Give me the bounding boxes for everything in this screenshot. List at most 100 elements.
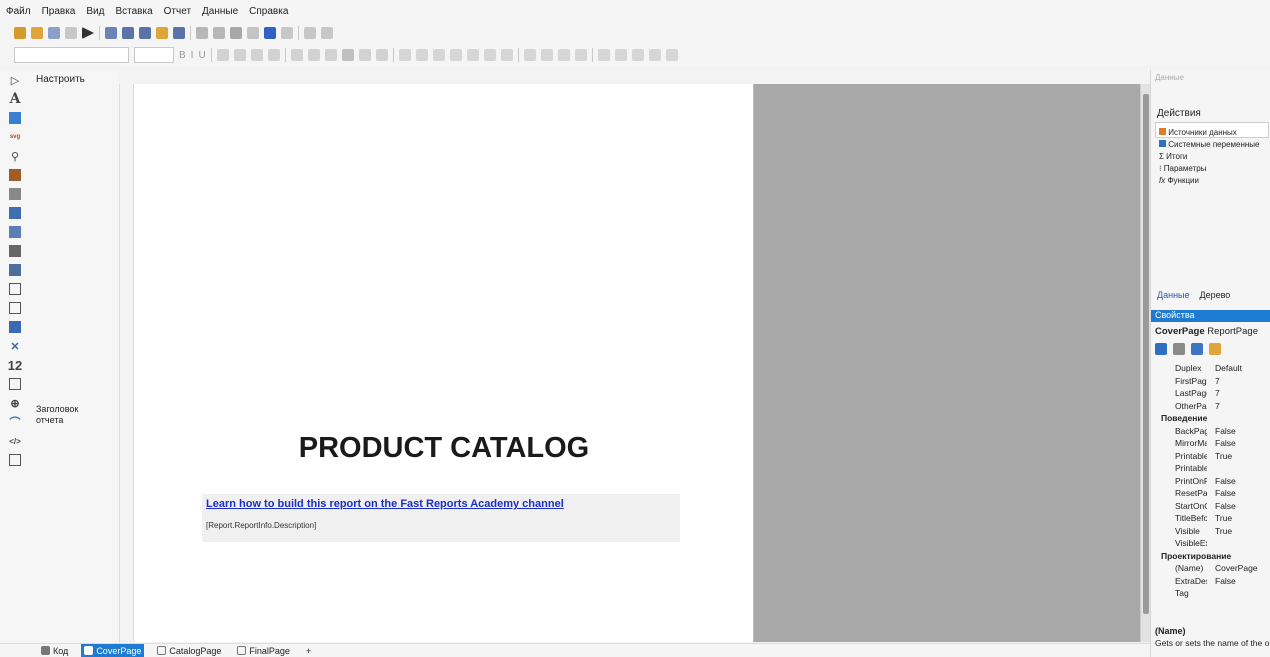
valign-top-icon[interactable]	[290, 49, 303, 61]
property-row[interactable]: PrintableExpression	[1151, 462, 1270, 475]
redo-icon[interactable]	[281, 27, 293, 39]
align-right-icon[interactable]	[250, 49, 263, 61]
paste-icon[interactable]	[230, 27, 242, 39]
underline-icon[interactable]: U	[198, 50, 205, 61]
border-all-icon[interactable]	[466, 49, 479, 61]
font-name-combo[interactable]	[14, 47, 129, 63]
format-painter-icon[interactable]	[247, 27, 259, 39]
configure-label[interactable]: Настроить	[36, 74, 85, 85]
code-tool-icon[interactable]: </>	[9, 435, 21, 447]
property-row[interactable]: LastPageSource7	[1151, 387, 1270, 400]
highlight-icon[interactable]	[358, 49, 371, 61]
property-value[interactable]: 7	[1207, 376, 1220, 386]
align-to-grid-icon[interactable]	[597, 49, 610, 61]
ungroup-icon[interactable]	[321, 27, 333, 39]
report-page-canvas[interactable]: PRODUCT CATALOG Learn how to build this …	[134, 84, 754, 642]
actions-menu[interactable]: Действия	[1157, 108, 1201, 119]
property-row[interactable]: (Name) CoverPage	[1151, 562, 1270, 575]
valign-bottom-icon[interactable]	[324, 49, 337, 61]
map-tool-icon[interactable]: ⊕	[9, 397, 21, 410]
align-left-icon[interactable]	[216, 49, 229, 61]
selected-object[interactable]: CoverPage ReportPage	[1155, 326, 1258, 337]
tab-catalogpage[interactable]: CatalogPage	[154, 644, 224, 657]
property-row[interactable]: ResetPageNumberFalse	[1151, 487, 1270, 500]
tab-coverpage[interactable]: CoverPage	[81, 644, 145, 657]
italic-icon[interactable]: I	[191, 50, 194, 61]
property-value[interactable]: False	[1207, 488, 1236, 498]
tab-code[interactable]: Код	[38, 644, 71, 657]
property-value[interactable]: 7	[1207, 388, 1220, 398]
open-icon[interactable]	[31, 27, 43, 39]
subreport-tool-icon[interactable]	[9, 169, 21, 181]
property-row[interactable]: FirstPageSource7	[1151, 375, 1270, 388]
add-page-icon[interactable]	[122, 27, 134, 39]
text-color-icon[interactable]	[341, 49, 354, 61]
menu-file[interactable]: Файл	[6, 6, 31, 17]
justify-icon[interactable]	[267, 49, 280, 61]
property-row[interactable]: MirrorMarginsFalse	[1151, 437, 1270, 450]
border-right-icon[interactable]	[449, 49, 462, 61]
checkbox-tool-icon[interactable]	[9, 283, 21, 295]
digital-signature-icon[interactable]	[9, 454, 21, 466]
property-value[interactable]: False	[1207, 438, 1236, 448]
property-row[interactable]: Visible True	[1151, 525, 1270, 538]
property-row[interactable]: OtherPagesSource7	[1151, 400, 1270, 413]
copy-page-icon[interactable]	[139, 27, 151, 39]
chart-tool-icon[interactable]	[9, 226, 21, 238]
property-value[interactable]: CoverPage	[1207, 563, 1258, 573]
property-row[interactable]: Duplex Default	[1151, 362, 1270, 375]
group-icon[interactable]	[304, 27, 316, 39]
fill-color-icon[interactable]	[500, 49, 513, 61]
property-value[interactable]: True	[1207, 526, 1232, 536]
delete-page-icon[interactable]	[173, 27, 185, 39]
picture-tool-icon[interactable]	[9, 112, 21, 124]
menu-insert[interactable]: Вставка	[115, 6, 152, 17]
categorized-icon[interactable]	[1155, 343, 1167, 355]
line-style-icon[interactable]	[557, 49, 570, 61]
same-width-icon[interactable]	[631, 49, 644, 61]
bold-icon[interactable]: B	[179, 50, 186, 61]
border-none-icon[interactable]	[483, 49, 496, 61]
tab-finalpage[interactable]: FinalPage	[234, 644, 293, 657]
gauge-tool-icon[interactable]: ⌒	[9, 416, 21, 429]
property-value[interactable]: False	[1207, 501, 1236, 511]
save-icon[interactable]	[48, 27, 60, 39]
preview-icon[interactable]	[82, 27, 94, 39]
barcode-tool-icon[interactable]	[9, 245, 21, 257]
page-icon[interactable]	[105, 27, 117, 39]
cross-band-icon[interactable]	[9, 264, 21, 276]
menu-edit[interactable]: Правка	[42, 6, 76, 17]
description-band[interactable]: Learn how to build this report on the Fa…	[202, 494, 680, 542]
border-bottom-icon[interactable]	[415, 49, 428, 61]
text-tool-icon[interactable]: A	[9, 91, 21, 107]
property-value[interactable]: Default	[1207, 363, 1242, 373]
tree-item-datasources[interactable]: Источники данных	[1159, 127, 1260, 139]
tree-item-totals[interactable]: Σ Итоги	[1159, 151, 1260, 163]
cut-icon[interactable]	[196, 27, 208, 39]
add-page-button[interactable]: +	[303, 644, 314, 657]
property-row[interactable]: Printable True	[1151, 450, 1270, 463]
shape-tool-icon[interactable]: ⚲	[9, 150, 21, 163]
property-value[interactable]: False	[1207, 476, 1236, 486]
shadow-icon[interactable]	[574, 49, 587, 61]
same-height-icon[interactable]	[648, 49, 661, 61]
alphabetical-icon[interactable]	[1173, 343, 1185, 355]
events-icon[interactable]	[1209, 343, 1221, 355]
academy-link[interactable]: Learn how to build this report on the Fa…	[206, 498, 564, 510]
property-row[interactable]: StartOnOddPageFalse	[1151, 500, 1270, 513]
menu-help[interactable]: Справка	[249, 6, 288, 17]
tree-item-functions[interactable]: fx Функции	[1159, 175, 1260, 187]
tree-item-parameters[interactable]: ⁝ Параметры	[1159, 163, 1260, 175]
property-row[interactable]: ExtraDesignWidthFalse	[1151, 575, 1270, 588]
pointer-icon[interactable]: ▷	[9, 74, 21, 87]
trash-icon[interactable]	[665, 49, 678, 61]
description-expression[interactable]: [Report.ReportInfo.Description]	[206, 521, 316, 530]
property-row[interactable]: VisibleExpression	[1151, 537, 1270, 550]
property-value[interactable]: False	[1207, 576, 1236, 586]
linear-gauge-icon[interactable]: ✕	[9, 340, 21, 353]
tree-item-system-vars[interactable]: Системные переменные	[1159, 139, 1260, 151]
new-report-icon[interactable]	[14, 27, 26, 39]
border-left-icon[interactable]	[432, 49, 445, 61]
menu-data[interactable]: Данные	[202, 6, 238, 17]
scrollbar-thumb[interactable]	[1143, 94, 1149, 614]
